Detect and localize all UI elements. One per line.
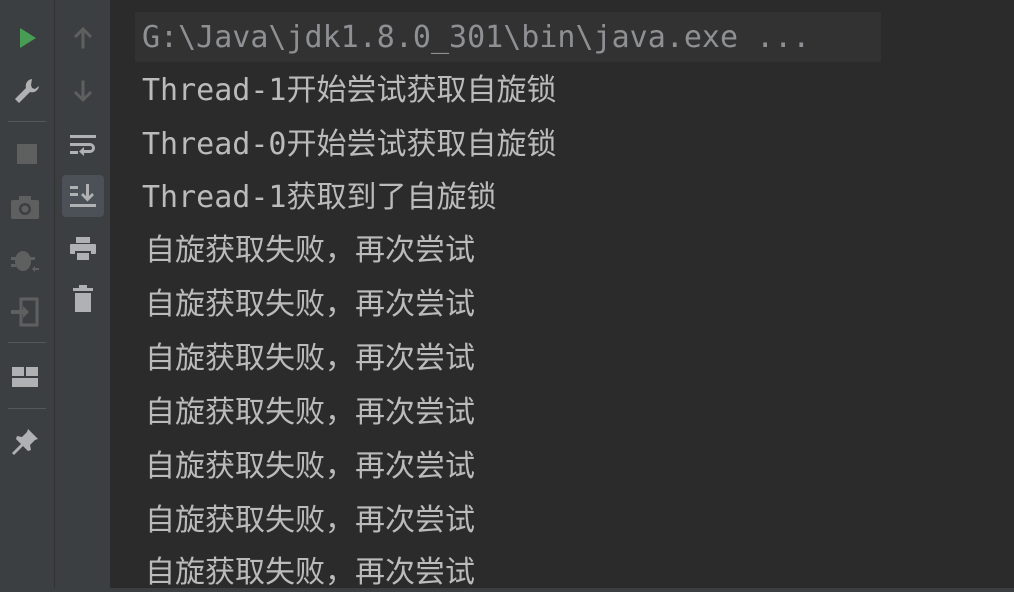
debug-button[interactable] <box>4 239 46 281</box>
restore-layout-button[interactable] <box>4 356 46 398</box>
bottom-border <box>0 588 1014 592</box>
run-actions-toolbar <box>0 0 55 592</box>
previous-occurrence-button[interactable] <box>62 17 104 59</box>
pin-icon <box>12 429 38 455</box>
scroll-to-end-button[interactable] <box>62 175 104 217</box>
wrench-icon <box>15 79 39 103</box>
console-line: 自旋获取失败，再次尝试 <box>145 555 475 590</box>
layout-icon <box>12 367 38 387</box>
exit-button[interactable] <box>4 291 46 333</box>
print-button[interactable] <box>62 228 104 270</box>
stop-icon <box>17 144 37 164</box>
debug-bug-icon <box>11 251 40 274</box>
arrow-up-icon <box>74 27 92 49</box>
soft-wrap-icon <box>70 135 96 156</box>
console-line: Thread-0开始尝试获取自旋锁 <box>142 127 557 162</box>
console-line: 自旋获取失败，再次尝试 <box>145 341 475 376</box>
stop-button[interactable] <box>6 133 48 175</box>
next-occurrence-button[interactable] <box>62 70 104 112</box>
console-line: Thread-1获取到了自旋锁 <box>142 180 497 215</box>
console-actions-toolbar <box>55 0 111 592</box>
camera-icon <box>11 196 39 219</box>
scroll-to-end-icon <box>70 184 96 207</box>
console-line: Thread-1开始尝试获取自旋锁 <box>142 73 557 108</box>
clear-all-button[interactable] <box>62 278 104 320</box>
rerun-button[interactable] <box>6 17 48 59</box>
pin-tab-button[interactable] <box>4 421 46 463</box>
run-tool-window: G:\Java\jdk1.8.0_301\bin\java.exe ... Th… <box>0 0 1014 592</box>
print-icon <box>70 237 96 262</box>
command-line[interactable]: G:\Java\jdk1.8.0_301\bin\java.exe ... <box>142 13 810 63</box>
trash-icon <box>73 285 93 312</box>
console-line: 自旋获取失败，再次尝试 <box>145 395 475 430</box>
exit-icon <box>11 297 39 327</box>
soft-wrap-button[interactable] <box>62 124 104 166</box>
console-line: 自旋获取失败，再次尝试 <box>145 449 475 484</box>
dump-threads-button[interactable] <box>4 186 46 228</box>
console-line: 自旋获取失败，再次尝试 <box>145 503 475 538</box>
console-line: 自旋获取失败，再次尝试 <box>145 233 475 268</box>
console-line: 自旋获取失败，再次尝试 <box>145 287 475 322</box>
edit-configuration-button[interactable] <box>6 70 48 112</box>
run-icon <box>20 28 36 48</box>
arrow-down-icon <box>74 80 92 102</box>
